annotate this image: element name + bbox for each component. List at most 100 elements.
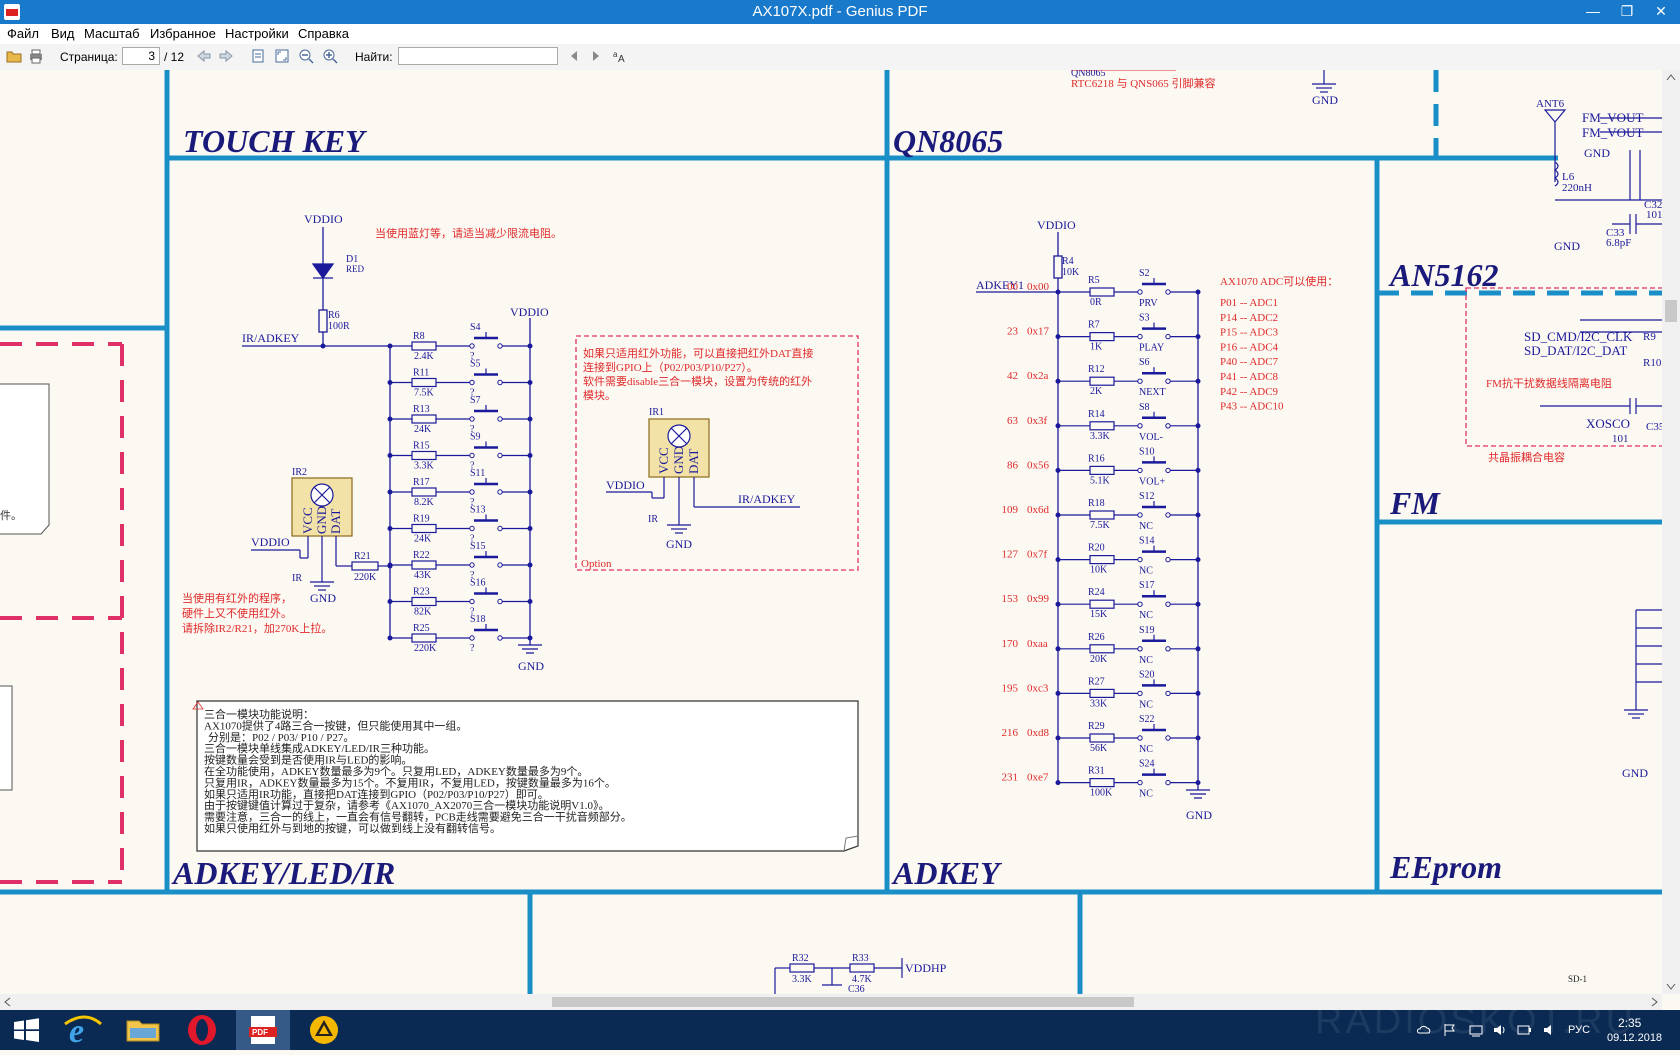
gnd-ir2-label: GND [310, 591, 336, 605]
touch-row: R82.4KS4? [387, 322, 533, 362]
adc-hex: 0x7f [1027, 549, 1048, 561]
l6-value: 220nH [1562, 182, 1592, 194]
adc-value: 231 [1002, 772, 1019, 784]
taskbar-ie[interactable]: e [57, 1010, 111, 1050]
switch-value: ? [470, 643, 475, 654]
taskbar-opera[interactable] [175, 1010, 229, 1050]
resistor-value: 0R [1090, 297, 1102, 308]
adkey-row: R7 1K S3 PLAY 23 0x17 [1007, 313, 1201, 354]
resistor-ref: R31 [1088, 766, 1105, 777]
r21-label: R21 [354, 551, 371, 562]
back-arrow-icon[interactable] [196, 48, 212, 64]
fit-width-icon[interactable] [250, 48, 266, 64]
find-previous-icon[interactable] [566, 48, 582, 64]
forward-arrow-icon[interactable] [218, 48, 234, 64]
taskbar-genius-pdf[interactable]: PDF [236, 1010, 290, 1050]
touch-row: R153.3KS9? [387, 432, 533, 472]
menu-help[interactable]: Справка [298, 26, 349, 41]
zoom-out-icon[interactable] [298, 48, 314, 64]
close-button[interactable]: ✕ [1644, 0, 1678, 24]
r32-label: R32 [792, 953, 809, 964]
taskbar-explorer[interactable] [116, 1010, 170, 1050]
watermark: RADIOSKOT.RU [1315, 1000, 1637, 1042]
note-line: 由于按键键值计算过于复杂，请参考《AX1070_AX2070三合一模块功能说明V… [204, 798, 609, 812]
section-title-adkey-led-ir: ADKEY/LED/IR [171, 855, 395, 891]
resistor [1089, 287, 1115, 297]
resistor-ref: R11 [413, 368, 429, 379]
minimize-button[interactable]: — [1576, 0, 1610, 24]
find-input[interactable] [398, 47, 558, 65]
resistor-value: 82K [414, 607, 432, 618]
vddio-led-label: VDDIO [304, 212, 343, 226]
switch-ref: S14 [1139, 536, 1155, 547]
open-icon[interactable] [6, 48, 22, 64]
menu-settings[interactable]: Настройки [225, 26, 289, 41]
section-title-adkey: ADKEY [891, 855, 1002, 891]
c36-label: C36 [848, 984, 865, 994]
adc-list-item: P14 -- ADC2 [1220, 312, 1278, 324]
adc-list-item: P43 -- ADC10 [1220, 401, 1284, 413]
window-title: AX107X.pdf - Genius PDF [752, 3, 928, 20]
resistor-value: 7.5K [414, 388, 435, 399]
menu-view[interactable]: Вид [51, 26, 75, 41]
opera-icon [188, 1015, 216, 1045]
ir2-gnd-pin: GND [314, 506, 329, 534]
note-line: 只复用IR，ADKEY数量最多为15个。不复用IR，不复用LED，按键数量最多为… [204, 775, 616, 789]
page-number-input[interactable] [122, 47, 160, 65]
resistor [1089, 644, 1115, 654]
touch-row: R117.5KS5? [387, 359, 533, 399]
print-icon[interactable] [28, 48, 44, 64]
taskbar-app[interactable] [297, 1010, 351, 1050]
document-view[interactable]: 件。 TOUCH KEY QN8065 AN5162 FM ADKEY/LED/… [0, 70, 1662, 994]
section-title-fm: FM [1389, 485, 1441, 521]
resistor-value: 5.1K [1090, 475, 1111, 486]
menu-favorites[interactable]: Избранное [150, 26, 216, 41]
adc-hex: 0x99 [1027, 593, 1050, 605]
adc-value: 00 [1007, 281, 1019, 293]
switch-ref: S5 [470, 359, 481, 370]
windows-logo-icon [14, 1018, 39, 1042]
resistor-ref: R16 [1088, 453, 1105, 464]
switch-function: PLAY [1139, 343, 1164, 354]
r9-label: R9 [1643, 331, 1656, 343]
section-title-qn8065: QN8065 [893, 123, 1003, 159]
adc-value: 86 [1007, 459, 1019, 471]
adc-list-item: P42 -- ADC9 [1220, 386, 1279, 398]
ir1-vcc-pin: VCC [656, 447, 671, 474]
adkey-row: R31 100K S24 NC 231 0xe7 [1002, 759, 1201, 800]
option-note-1: 如果只适用红外功能，可以直接把红外DAT直接 [583, 346, 813, 360]
ir1-ir-label: IR [648, 514, 658, 525]
note-line: 需要注意，三合一的线上，一直会有信号翻转，PCB走线需要避免三合一干扰音频部分。 [204, 810, 632, 824]
match-case-icon[interactable]: aA [612, 48, 628, 64]
ir1-gnd-pin: GND [671, 446, 686, 474]
adc-value: 195 [1002, 682, 1019, 694]
scroll-up-icon [1666, 74, 1676, 81]
fm-vout-label-2: FM_VOUT [1582, 125, 1643, 140]
menu-file[interactable]: Файл [7, 26, 39, 41]
resistor [1089, 688, 1115, 699]
menu-zoom[interactable]: Масштаб [84, 26, 140, 41]
start-button[interactable] [0, 1010, 54, 1050]
ant6-label: ANT6 [1536, 98, 1565, 110]
page-label: Страница: [60, 50, 118, 64]
fit-page-icon[interactable] [274, 48, 290, 64]
vertical-scrollbar[interactable] [1662, 70, 1680, 994]
horizontal-scroll-thumb [552, 997, 1134, 1007]
schematic-page: 件。 TOUCH KEY QN8065 AN5162 FM ADKEY/LED/… [0, 70, 1662, 994]
section-title-eeprom: EEprom [1389, 849, 1502, 885]
maximize-button[interactable]: ❐ [1610, 0, 1644, 24]
ir1-output-label: IR/ADKEY [738, 492, 796, 506]
switch-ref: S4 [470, 322, 481, 333]
resistor-value: 1K [1090, 342, 1103, 353]
zoom-in-icon[interactable] [322, 48, 338, 64]
switch-ref: S18 [470, 614, 486, 625]
resistor-ref: R13 [413, 404, 430, 415]
resistor-value: 33K [1090, 698, 1108, 709]
resistor-ref: R27 [1088, 676, 1105, 687]
ir-note-1: 当使用有红外的程序， [182, 591, 292, 605]
resistor [1089, 465, 1115, 475]
adc-hex: 0x6d [1027, 504, 1050, 516]
resistor [1089, 733, 1115, 743]
resistor [1089, 510, 1115, 520]
find-next-icon[interactable] [588, 48, 604, 64]
